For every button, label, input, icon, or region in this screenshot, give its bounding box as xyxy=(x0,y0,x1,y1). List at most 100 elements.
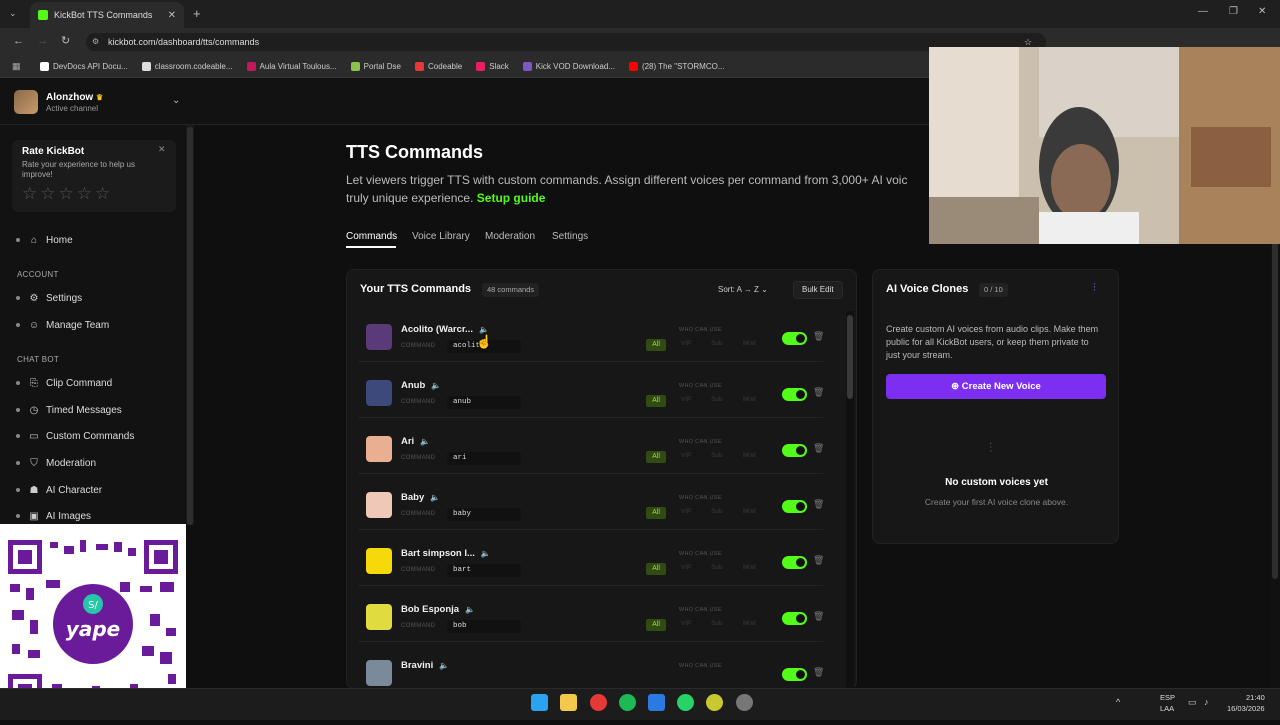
sort-dropdown[interactable]: Sort: A → Z ⌄ xyxy=(718,283,768,297)
tab-search-icon[interactable]: ⌄ xyxy=(9,8,17,19)
star-icon[interactable]: ☆ xyxy=(59,184,74,203)
trash-icon[interactable]: 🗑 xyxy=(813,555,824,566)
trash-icon[interactable]: 🗑 xyxy=(813,387,824,398)
bulk-edit-button[interactable]: Bulk Edit xyxy=(793,281,843,299)
speaker-icon[interactable]: 🔈 xyxy=(430,493,440,502)
enabled-toggle[interactable] xyxy=(782,332,807,345)
sidebar-item-manage-team[interactable]: ☺ Manage Team xyxy=(16,314,176,336)
sidebar-item-settings[interactable]: ⚙ Settings xyxy=(16,287,176,309)
role-chip[interactable]: VIP xyxy=(681,620,691,627)
photos-icon[interactable] xyxy=(648,694,665,711)
minimize-icon[interactable]: — xyxy=(1198,6,1208,17)
command-input[interactable]: anub xyxy=(447,396,521,409)
bookmark-item[interactable]: Kick VOD Download... xyxy=(522,62,615,71)
role-chip[interactable]: Mod xyxy=(743,452,756,459)
speaker-icon[interactable]: 🔈 xyxy=(481,549,491,558)
role-chip[interactable]: VIP xyxy=(681,508,691,515)
star-icon[interactable]: ☆ xyxy=(95,184,110,203)
speaker-icon[interactable]: 🔈 xyxy=(465,605,475,614)
rate-close-icon[interactable]: ✕ xyxy=(158,144,166,155)
command-row[interactable]: Bravini 🔈 WHO CAN USE 🗑 xyxy=(358,648,824,688)
whatsapp-icon[interactable] xyxy=(677,694,694,711)
role-chip[interactable]: VIP xyxy=(681,564,691,571)
sidebar-item-timed-messages[interactable]: ◷ Timed Messages xyxy=(16,399,176,421)
trash-icon[interactable]: 🗑 xyxy=(813,499,824,510)
enabled-toggle[interactable] xyxy=(782,612,807,625)
sidebar-item-ai-character[interactable]: ☗ AI Character xyxy=(16,479,176,501)
speaker-icon[interactable]: 🔈 xyxy=(439,661,449,670)
app-icon[interactable] xyxy=(706,694,723,711)
star-icon[interactable]: ☆ xyxy=(40,184,55,203)
role-chip[interactable]: Mod xyxy=(743,396,756,403)
account-name[interactable]: Alonzhow ♛ xyxy=(46,92,103,103)
commands-scrollbar[interactable] xyxy=(846,311,854,689)
sidebar-scrollbar[interactable] xyxy=(186,125,194,525)
spotify-icon[interactable] xyxy=(619,694,636,711)
role-chip[interactable]: VIP xyxy=(681,396,691,403)
file-explorer-icon[interactable] xyxy=(560,694,577,711)
lang-indicator[interactable]: ESP xyxy=(1160,693,1175,702)
reload-icon[interactable]: ↻ xyxy=(61,34,70,47)
role-chip[interactable]: Sub xyxy=(711,452,723,459)
speaker-icon[interactable]: 🔈 xyxy=(431,381,441,390)
command-input[interactable]: bart xyxy=(447,564,521,577)
site-info-icon[interactable]: ⚙ xyxy=(92,33,99,51)
bookmark-item[interactable]: Slack xyxy=(476,62,509,71)
enabled-toggle[interactable] xyxy=(782,668,807,681)
back-icon[interactable]: ← xyxy=(13,35,24,47)
role-all-chip[interactable]: All xyxy=(646,619,666,631)
browser-tab[interactable]: KickBot TTS Commands ✕ xyxy=(30,2,184,28)
role-chip[interactable]: Sub xyxy=(711,508,723,515)
chrome-icon[interactable] xyxy=(590,694,607,711)
role-chip[interactable]: Sub xyxy=(711,396,723,403)
command-row[interactable]: Acolito (Warcr... 🔈 COMMAND acolito WHO CAN … xyxy=(358,312,824,362)
role-all-chip[interactable]: All xyxy=(646,563,666,575)
role-chip[interactable]: Sub xyxy=(711,340,723,347)
sidebar-item-moderation[interactable]: ⛉ Moderation xyxy=(16,452,176,474)
forward-icon[interactable]: → xyxy=(37,35,48,47)
tray-chevron-up-icon[interactable]: ^ xyxy=(1116,697,1120,707)
tab-voice-library[interactable]: Voice Library xyxy=(412,231,470,242)
obs-icon[interactable] xyxy=(736,694,753,711)
sidebar-item-custom-commands[interactable]: ▭ Custom Commands xyxy=(16,425,176,447)
speaker-icon[interactable]: 🔈 xyxy=(420,437,430,446)
tab-commands[interactable]: Commands xyxy=(346,231,397,242)
command-row[interactable]: Bart simpson l... 🔈 COMMAND bart WHO CAN USE… xyxy=(358,536,824,586)
star-icon[interactable]: ☆ xyxy=(77,184,92,203)
apps-icon[interactable]: ▦ xyxy=(12,61,21,72)
setup-guide-link[interactable]: Setup guide xyxy=(477,191,546,205)
trash-icon[interactable]: 🗑 xyxy=(813,667,824,678)
bookmark-item[interactable]: DevDocs API Docu... xyxy=(40,62,128,71)
new-tab-icon[interactable]: + xyxy=(193,6,201,21)
role-all-chip[interactable]: All xyxy=(646,395,666,407)
bookmark-item[interactable]: Aula Virtual Toulous... xyxy=(246,62,337,71)
command-input[interactable]: baby xyxy=(447,508,521,521)
role-chip[interactable]: Mod xyxy=(743,564,756,571)
bookmark-item[interactable]: classroom.codeable... xyxy=(141,62,233,71)
trash-icon[interactable]: 🗑 xyxy=(813,331,824,342)
bookmark-item[interactable]: (28) The "STORMCO... xyxy=(628,62,725,71)
enabled-toggle[interactable] xyxy=(782,388,807,401)
speaker-icon[interactable]: 🔈 xyxy=(479,325,489,334)
window-close-icon[interactable]: ✕ xyxy=(1258,6,1266,17)
role-chip[interactable]: Mod xyxy=(743,620,756,627)
trash-icon[interactable]: 🗑 xyxy=(813,443,824,454)
command-row[interactable]: Baby 🔈 COMMAND baby WHO CAN USE All VIP Sub Mod 🗑 xyxy=(358,480,824,530)
command-input[interactable]: bob xyxy=(447,620,521,633)
sidebar-item-home[interactable]: ⌂ Home xyxy=(16,229,176,251)
command-input[interactable]: ari xyxy=(447,452,521,465)
role-chip[interactable]: Mod xyxy=(743,508,756,515)
network-icon[interactable]: ▭ xyxy=(1188,697,1197,708)
role-all-chip[interactable]: All xyxy=(646,507,666,519)
clock-time[interactable]: 21:40 xyxy=(1246,693,1265,702)
command-row[interactable]: Ari 🔈 COMMAND ari WHO CAN USE All VIP Sub Mod 🗑 xyxy=(358,424,824,474)
role-all-chip[interactable]: All xyxy=(646,451,666,463)
role-chip[interactable]: Sub xyxy=(711,620,723,627)
tab-settings[interactable]: Settings xyxy=(552,231,588,242)
star-icon[interactable]: ☆ xyxy=(22,184,37,203)
enabled-toggle[interactable] xyxy=(782,444,807,457)
bookmark-item[interactable]: Codeable xyxy=(414,62,462,71)
role-all-chip[interactable]: All xyxy=(646,339,666,351)
command-row[interactable]: Bob Esponja 🔈 COMMAND bob WHO CAN USE All VIP S… xyxy=(358,592,824,642)
url-input[interactable]: ⚙ kickbot.com/dashboard/tts/commands ☆ xyxy=(86,33,1046,51)
